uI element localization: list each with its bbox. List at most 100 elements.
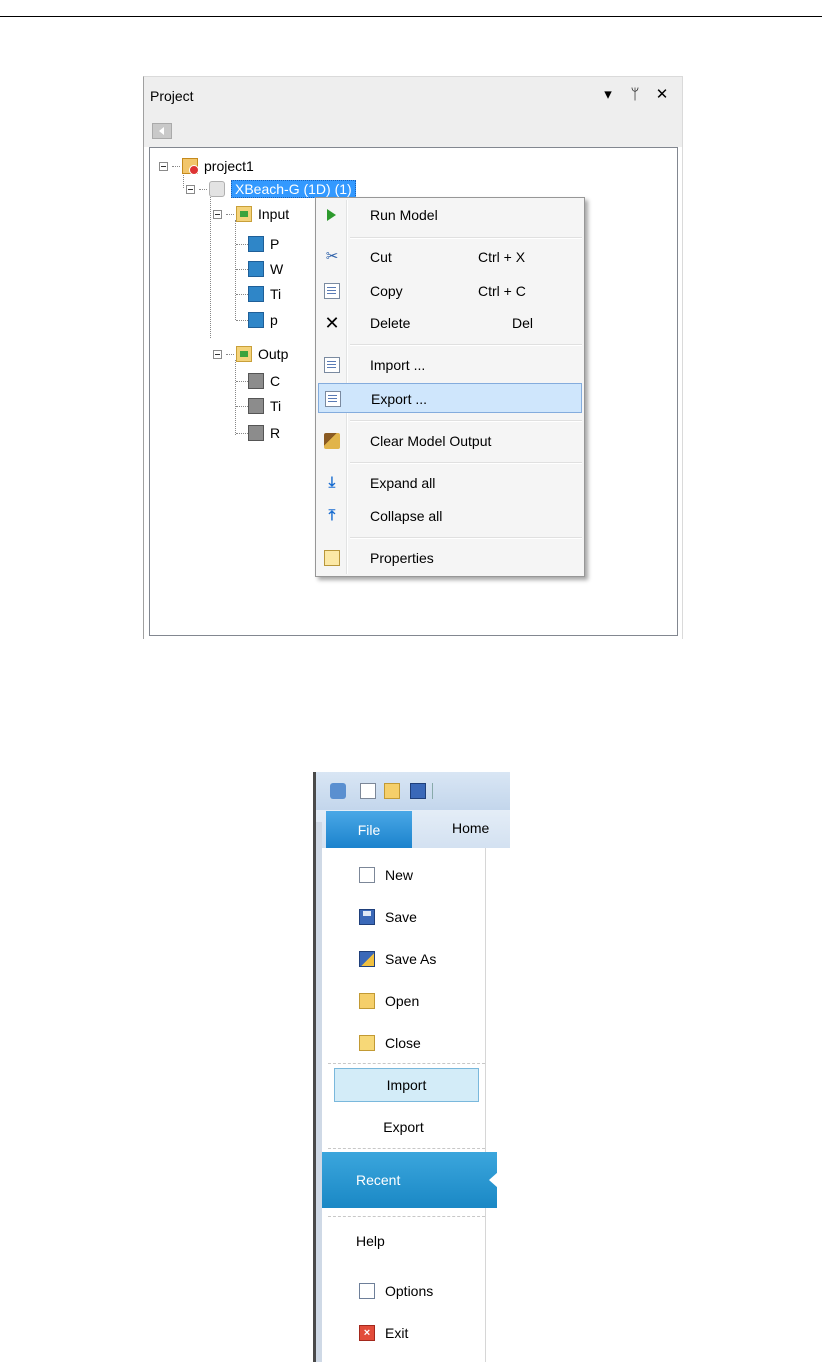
tree-node-output-child[interactable]: R (248, 423, 280, 443)
tree-node-label: Input (258, 206, 290, 222)
panel-toolbar (144, 115, 682, 147)
app-logo-icon (330, 783, 346, 799)
menu-item-clear-model-output[interactable]: Clear Model Output (318, 426, 582, 456)
tree-node-label: XBeach-G (1D) (1) (231, 180, 356, 198)
tree-connector (236, 244, 248, 245)
project-icon (182, 158, 199, 175)
panel-header: Project ▾ ᛘ ✕ (144, 77, 682, 115)
file-menu-label: Help (356, 1233, 385, 1249)
file-menu-save-as[interactable]: Save As (322, 944, 485, 974)
file-menu-close[interactable]: Close (322, 1028, 485, 1058)
file-menu-save[interactable]: Save (322, 902, 485, 932)
chart-line-icon (248, 373, 264, 389)
tree-connector (172, 165, 180, 167)
file-menu-options[interactable]: Options (322, 1276, 485, 1306)
tree-node-input[interactable]: Input (213, 204, 289, 224)
tree-connector (226, 353, 234, 355)
customize-toolbar-icon[interactable] (432, 783, 442, 799)
file-menu-import[interactable]: Import (334, 1068, 479, 1102)
menu-item-properties[interactable]: Properties (318, 543, 582, 573)
collapse-toggle-icon[interactable] (159, 161, 168, 171)
tree-connector (236, 320, 248, 321)
delete-icon: ✕ (324, 313, 340, 333)
tree-connector (236, 406, 248, 407)
collapse-toggle-icon[interactable] (186, 184, 195, 194)
menu-item-export[interactable]: Export ... (318, 383, 582, 413)
tree-node-output-child[interactable]: C (248, 371, 280, 391)
import-icon (324, 357, 340, 373)
menu-separator (350, 537, 582, 539)
menu-item-collapse-all[interactable]: ⤒ Collapse all (318, 501, 582, 531)
tree-connector (236, 269, 248, 270)
properties-icon (324, 550, 340, 566)
pin-icon[interactable]: ᛘ (626, 85, 644, 105)
tree-node-label: C (270, 373, 281, 389)
broom-icon (324, 433, 340, 449)
open-folder-icon[interactable] (384, 783, 400, 799)
file-menu-new[interactable]: New (322, 860, 485, 890)
menu-item-shortcut: Ctrl + X (478, 249, 526, 265)
tree-node-input-child[interactable]: P (248, 234, 279, 254)
collapse-toggle-icon[interactable] (213, 349, 222, 359)
backstage-nav: New Save Save As Open Close Import Expor… (322, 848, 498, 1362)
save-icon (359, 909, 375, 925)
menu-item-copy[interactable]: Copy Ctrl + C (318, 276, 582, 306)
save-icon[interactable] (410, 783, 426, 799)
tree-connector (235, 220, 236, 320)
menu-item-label: Expand all (370, 475, 436, 491)
menu-separator (328, 1063, 485, 1064)
file-menu-label: Save As (385, 951, 437, 967)
wrench-icon (248, 312, 264, 328)
menu-item-label: Copy (370, 283, 403, 299)
panel-title: Project (150, 88, 194, 104)
menu-item-expand-all[interactable]: ⤓ Expand all (318, 468, 582, 498)
profile-icon (248, 236, 264, 252)
file-menu-recent[interactable]: Recent (322, 1152, 498, 1208)
new-file-icon[interactable] (360, 783, 376, 799)
play-icon (327, 209, 336, 221)
menu-item-import[interactable]: Import ... (318, 350, 582, 380)
file-menu-label: Options (385, 1283, 434, 1299)
menu-separator (328, 1216, 485, 1217)
tree-node-project[interactable]: project1 (159, 156, 254, 176)
menu-item-label: Import ... (370, 357, 426, 373)
menu-item-cut[interactable]: ✂ Cut Ctrl + X (318, 242, 582, 272)
tree-node-label: p (270, 312, 278, 328)
menu-item-label: Run Model (370, 207, 438, 223)
menu-separator (350, 462, 582, 464)
tree-connector (236, 294, 248, 295)
menu-item-label: Export ... (371, 391, 428, 407)
file-menu-open[interactable]: Open (322, 986, 485, 1016)
file-menu-exit[interactable]: × Exit (322, 1318, 485, 1348)
tree-node-label: Outp (258, 346, 289, 362)
tree-node-label: R (270, 425, 281, 441)
menu-item-label: Cut (370, 249, 392, 265)
menu-item-run-model[interactable]: Run Model (318, 200, 582, 230)
tab-home[interactable]: Home (452, 820, 489, 836)
scissors-icon: ✂ (325, 248, 339, 265)
quick-access-toolbar (316, 772, 510, 810)
tide-icon (248, 286, 264, 302)
tree-node-output-child[interactable]: Ti (248, 396, 281, 416)
file-menu-label: New (385, 867, 414, 883)
menu-item-label: Collapse all (370, 508, 443, 524)
tree-node-input-child[interactable]: p (248, 310, 278, 330)
tree-node-input-child[interactable]: W (248, 259, 283, 279)
menu-item-delete[interactable]: ✕ Delete Del (318, 308, 582, 338)
ribbon-tab-bar: File Home (316, 810, 510, 849)
dropdown-icon[interactable]: ▾ (599, 85, 617, 105)
collapse-toggle-icon[interactable] (213, 209, 222, 219)
tree-node-label: Ti (270, 286, 282, 302)
tree-node-model[interactable]: XBeach-G (1D) (1) (186, 179, 356, 199)
close-icon[interactable]: ✕ (653, 85, 671, 105)
options-icon (359, 1283, 375, 1299)
tree-node-input-child[interactable]: Ti (248, 284, 281, 304)
collapse-panel-icon[interactable] (152, 123, 172, 139)
tree-connector (226, 213, 234, 215)
tab-file[interactable]: File (326, 811, 412, 849)
tree-node-output[interactable]: Outp (213, 344, 288, 364)
open-folder-icon (359, 993, 375, 1009)
file-menu-export[interactable]: Export (322, 1112, 485, 1142)
file-menu-help[interactable]: Help (322, 1226, 485, 1256)
input-folder-icon (236, 206, 252, 222)
